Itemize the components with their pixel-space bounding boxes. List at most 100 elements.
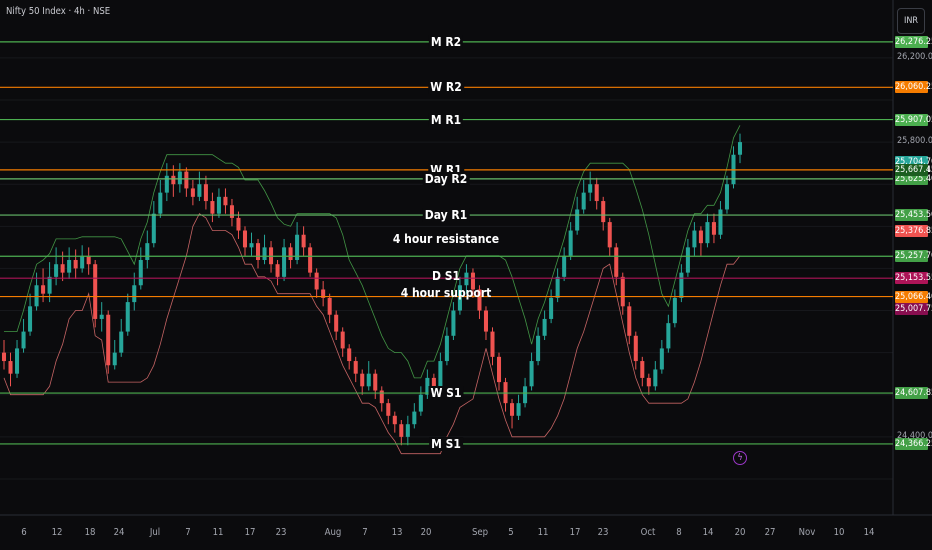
- candle-body: [301, 234, 306, 248]
- candle-body: [282, 247, 287, 277]
- time-axis-tick: Jul: [149, 527, 161, 538]
- level-label: Day R2: [422, 171, 470, 186]
- candle-body: [125, 302, 130, 332]
- candle-body: [692, 230, 697, 248]
- candle-body: [549, 297, 554, 319]
- candle-body: [203, 184, 208, 202]
- candle-body: [1, 352, 7, 362]
- candle-body: [444, 335, 449, 362]
- candle-body: [145, 243, 150, 260]
- candle-body: [640, 361, 645, 378]
- candle-body: [138, 260, 143, 286]
- candle-body: [685, 247, 690, 273]
- candle-body: [581, 192, 586, 210]
- time-axis-tick: Nov: [798, 527, 816, 538]
- candle-body: [340, 331, 345, 349]
- price-axis-tick: 24,400.00: [897, 430, 932, 441]
- time-axis-tick: 20: [420, 527, 432, 538]
- candle-body: [718, 209, 723, 235]
- time-axis-tick: 23: [275, 527, 287, 538]
- candle-body: [93, 264, 98, 319]
- price-tag: 26,276.25: [895, 35, 932, 48]
- candle-body: [659, 348, 664, 370]
- chart-canvas[interactable]: [0, 0, 932, 550]
- level-label: M R1: [428, 112, 464, 127]
- candle-body: [67, 260, 72, 273]
- candle-body: [366, 373, 371, 387]
- candle-body: [190, 188, 195, 197]
- candle-body: [711, 222, 716, 235]
- candle-body: [568, 230, 573, 256]
- time-axis-tick: 18: [84, 527, 96, 538]
- candle-body: [99, 314, 104, 319]
- candle-body: [405, 424, 410, 437]
- candle-body: [177, 171, 182, 185]
- candle-body: [334, 314, 339, 332]
- candle-body: [536, 335, 541, 362]
- level-label: Day R1: [422, 208, 470, 223]
- time-axis-tick: 24: [113, 527, 125, 538]
- time-axis-tick: 23: [597, 527, 609, 538]
- candle-body: [633, 335, 638, 362]
- candle-body: [431, 377, 436, 387]
- candle-body: [353, 361, 358, 374]
- level-label: M R2: [428, 34, 464, 49]
- candle-body: [151, 213, 156, 244]
- candle-body: [47, 276, 52, 294]
- candle-body: [360, 373, 365, 387]
- candle-body: [41, 285, 46, 294]
- time-axis-tick: 11: [212, 527, 224, 538]
- price-tag: 25,066.40: [895, 290, 932, 303]
- candle-body: [229, 205, 234, 218]
- time-axis-tick: 13: [391, 527, 403, 538]
- candle-body: [464, 272, 469, 286]
- candle-body: [86, 255, 91, 265]
- price-axis-tick: 26,200.00: [897, 51, 932, 62]
- time-axis-tick: 14: [702, 527, 714, 538]
- candle-body: [392, 415, 397, 425]
- candle-body: [379, 390, 384, 404]
- time-axis-tick: 27: [764, 527, 776, 538]
- time-axis-tick: 8: [676, 527, 682, 538]
- candle-body: [386, 403, 391, 416]
- time-axis-tick: 14: [863, 527, 875, 538]
- time-axis-tick: 10: [833, 527, 845, 538]
- time-axis-tick: Aug: [324, 527, 342, 538]
- candle-body: [236, 217, 241, 231]
- candle-body: [80, 255, 85, 269]
- candle-body: [158, 192, 163, 214]
- candle-body: [542, 318, 547, 336]
- price-tag: 24,607.85: [895, 387, 932, 400]
- candle-body: [132, 285, 137, 303]
- level-label: M S1: [429, 436, 463, 451]
- candle-body: [373, 373, 378, 391]
- lightning-icon[interactable]: ϟ: [733, 451, 747, 465]
- candle-body: [483, 310, 489, 332]
- candle-body: [620, 276, 625, 307]
- chart-title: Nifty 50 Index · 4h · NSE: [6, 6, 111, 17]
- candle-body: [412, 411, 417, 425]
- time-axis-tick: 5: [508, 527, 514, 538]
- time-axis-tick: 6: [21, 527, 27, 538]
- candle-body: [112, 352, 117, 366]
- candle-body: [171, 175, 176, 185]
- candle-body: [216, 196, 221, 214]
- candle-body: [275, 264, 280, 277]
- candle-body: [249, 243, 254, 248]
- candle-body: [451, 310, 456, 336]
- price-tag: 25,453.50: [895, 209, 932, 222]
- price-tag: 25,257.70: [895, 250, 932, 263]
- candle-body: [223, 196, 228, 206]
- candle-body: [314, 272, 319, 290]
- candle-body: [262, 247, 267, 260]
- candle-body: [490, 331, 495, 357]
- candle-body: [601, 201, 606, 223]
- candle-body: [60, 264, 65, 273]
- candle-body: [119, 331, 124, 353]
- candle-body: [653, 369, 658, 387]
- level-label: 4 hour resistance: [392, 232, 500, 247]
- candle-body: [34, 285, 39, 307]
- price-tag: 25,007.75: [895, 302, 932, 315]
- candle-body: [8, 361, 13, 374]
- currency-button[interactable]: INR: [897, 8, 925, 34]
